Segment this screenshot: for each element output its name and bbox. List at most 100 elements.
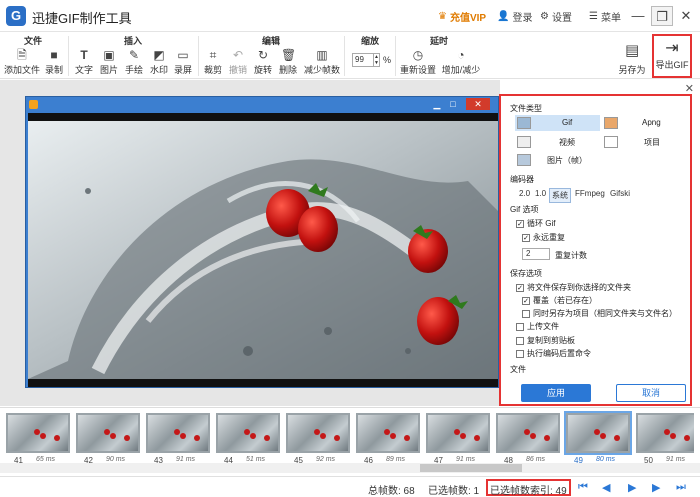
ribbon-divider <box>344 36 345 76</box>
save-as-button[interactable]: ▤ 另存为 <box>614 42 650 76</box>
preview-frame-image <box>28 121 498 379</box>
minimize-button[interactable]: — <box>627 6 649 26</box>
undo-button[interactable]: ↶ 撤销 <box>227 48 249 76</box>
group-zoom-label: 缩放 <box>361 36 380 46</box>
menu-button[interactable]: ☰ 菜单 <box>589 9 621 24</box>
vip-button[interactable]: ♛ 充值VIP <box>438 9 486 24</box>
camera-icon: ■ <box>50 48 58 62</box>
undo-icon: ↶ <box>232 48 244 62</box>
ribbon-toolbar: 文件 插入 编辑 缩放 延时 🗎 添加文件 ■ 录制 T 文字 ▣ 图片 ✎ 手绘 ◩ 水印… <box>0 32 700 79</box>
handwrite-button[interactable]: ✎ 手绘 <box>123 48 145 76</box>
cancel-button[interactable]: 取消 <box>616 384 686 402</box>
watermark-button[interactable]: ◩ 水印 <box>148 48 170 76</box>
restore-button[interactable]: ❐ <box>651 6 673 26</box>
screen-record-button[interactable]: ▭ 录屏 <box>172 48 194 76</box>
app-logo: G <box>6 6 26 26</box>
forever-checkbox[interactable]: ✓ 永远重复 <box>522 232 565 243</box>
save-as-project-checkbox[interactable]: 同时另存为项目（相同文件夹与文件名） <box>522 308 677 319</box>
preview-titlebar: ▁ □ ✕ <box>26 97 498 112</box>
user-icon: 👤 <box>497 11 510 22</box>
play-icon[interactable]: ▶ <box>628 481 636 494</box>
crop-icon: ⌗ <box>209 48 217 62</box>
group-delay-label: 延时 <box>430 36 449 46</box>
login-button[interactable]: 👤 登录 <box>497 9 532 24</box>
section-save-options: 保存选项 <box>510 269 542 278</box>
inc-dec-delay-button[interactable]: ◔ 增加/减少 <box>440 48 482 76</box>
menu-icon: ☰ <box>589 11 598 22</box>
ribbon-divider <box>395 36 396 76</box>
overwrite-checkbox[interactable]: ✓ 覆盖（若已存在） <box>522 295 597 306</box>
project-icon <box>604 136 618 148</box>
selected-frame-index: 已选帧数索引: 49 <box>490 486 567 497</box>
stack-icon: ▤ <box>625 42 640 59</box>
save-to-folder-checkbox[interactable]: ✓ 将文件保存到你选择的文件夹 <box>516 282 631 293</box>
apply-button[interactable]: 应用 <box>521 384 591 402</box>
image-button[interactable]: ▣ 图片 <box>98 48 120 76</box>
export-icon: ⇥ <box>665 40 679 57</box>
preview-minimize-button[interactable]: ▁ <box>430 98 444 110</box>
preview-close-button[interactable]: ✕ <box>466 98 490 110</box>
file-type-apng[interactable]: Apng <box>602 115 687 131</box>
filmstrip-scroll-thumb[interactable] <box>420 464 522 472</box>
run-command-checkbox[interactable]: 执行编码后置命令 <box>516 348 591 359</box>
checkbox-checked: ✓ <box>522 296 530 305</box>
loop-gif-checkbox[interactable]: ✓ 循环 Gif <box>516 218 555 229</box>
selected-frames: 已选帧数: 1 <box>428 486 480 497</box>
checkbox-unchecked <box>516 349 524 358</box>
total-frames: 总帧数: 68 <box>368 486 415 497</box>
upload-checkbox[interactable]: 上传文件 <box>516 321 559 332</box>
section-gif-options: Gif 选项 <box>510 205 539 214</box>
encoder-1-0[interactable]: 1.0 <box>533 188 548 199</box>
repeat-count-label: 重复计数 <box>555 251 587 260</box>
export-gif-button[interactable]: ⇥ 导出GIF <box>652 34 692 78</box>
first-frame-icon[interactable]: ⏮ <box>578 481 588 494</box>
section-file-type: 文件类型 <box>510 104 542 113</box>
preview-maximize-button[interactable]: □ <box>446 98 460 110</box>
copy-clipboard-checkbox[interactable]: 复制到剪贴板 <box>516 335 575 346</box>
clock-icon: ◔ <box>457 48 465 62</box>
close-button[interactable]: ✕ <box>675 6 697 26</box>
text-button[interactable]: T 文字 <box>73 48 95 76</box>
group-edit-label: 编辑 <box>262 36 281 46</box>
section-encoder: 编码器 <box>510 175 534 184</box>
settings-button[interactable]: ⚙ 设置 <box>540 9 572 24</box>
preview-window: ▁ □ ✕ <box>25 96 499 388</box>
preview-canvas <box>28 113 498 387</box>
reduce-frames-button[interactable]: ▥ 减少帧数 <box>302 48 342 76</box>
file-type-video[interactable]: 视频 <box>515 134 600 150</box>
watermark-icon: ◩ <box>153 48 165 62</box>
add-file-button[interactable]: 🗎 添加文件 <box>4 48 40 76</box>
apng-icon <box>604 117 618 129</box>
app-title: 迅捷GIF制作工具 <box>32 11 132 26</box>
encoder-2-0[interactable]: 2.0 <box>517 188 532 199</box>
checkbox-unchecked <box>522 309 530 318</box>
encoder-ffmpeg[interactable]: FFmpeg <box>573 188 607 199</box>
checkbox-unchecked <box>516 336 524 345</box>
delete-button[interactable]: 🗑 删除 <box>277 48 299 76</box>
file-type-project[interactable]: 项目 <box>602 134 687 150</box>
pencil-icon: ✎ <box>128 48 140 62</box>
last-frame-icon[interactable]: ⏭ <box>676 481 686 494</box>
crop-button[interactable]: ⌗ 裁剪 <box>202 48 224 76</box>
encoder-system[interactable]: 系统 <box>549 188 571 203</box>
zoom-stepper[interactable]: ▲ ▼ <box>374 53 380 67</box>
checkbox-checked: ✓ <box>516 283 524 292</box>
previous-frame-icon[interactable]: ◀ <box>602 481 610 494</box>
filmstrip-scrollbar[interactable] <box>0 463 700 473</box>
film-icon <box>517 136 531 148</box>
add-file-icon: 🗎 <box>17 48 27 62</box>
gear-icon: ⚙ <box>540 11 549 22</box>
zoom-input[interactable]: 99 <box>352 53 374 67</box>
encoder-gifski[interactable]: Gifski <box>608 188 632 199</box>
rotate-button[interactable]: ↻ 旋转 <box>252 48 274 76</box>
section-file: 文件 <box>510 365 526 374</box>
reset-delay-button[interactable]: ◷ 重新设置 <box>399 48 437 76</box>
title-bar: G 迅捷GIF制作工具 ♛ 充值VIP 👤 登录 ⚙ 设置 ☰ 菜单 — ❐ ✕ <box>0 0 700 32</box>
preview-app-icon <box>29 100 38 109</box>
repeat-count-input[interactable]: 2 <box>522 248 550 260</box>
next-frame-icon[interactable]: ▶ <box>652 481 660 494</box>
record-button[interactable]: ■ 录制 <box>43 48 65 76</box>
file-type-image[interactable]: 图片（帧） <box>515 152 600 168</box>
clock-reset-icon: ◷ <box>412 48 424 62</box>
file-type-gif[interactable]: Gif <box>515 115 600 131</box>
